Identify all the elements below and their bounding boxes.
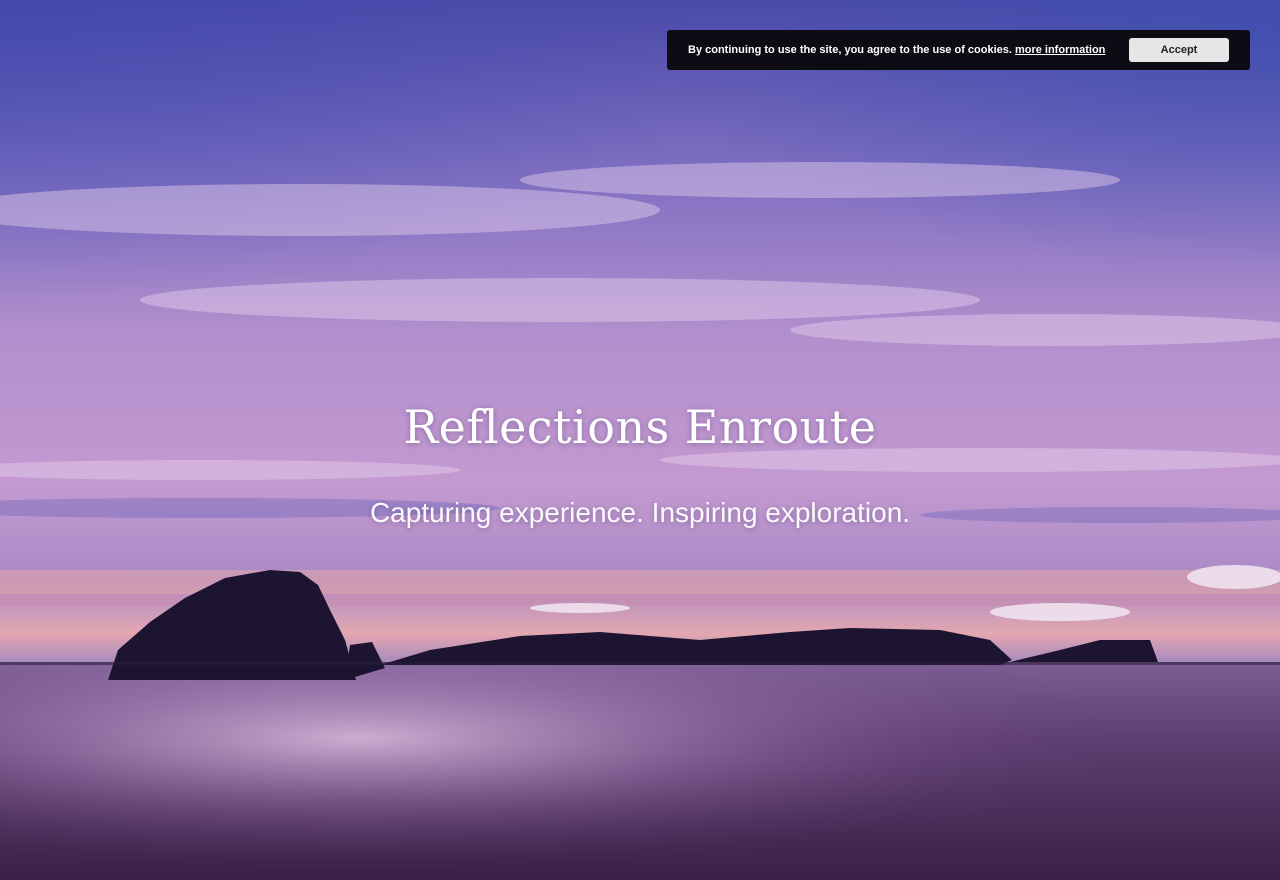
cookie-message: By continuing to use the site, you agree… bbox=[688, 44, 1012, 56]
accept-button[interactable]: Accept bbox=[1129, 38, 1229, 62]
more-information-link[interactable]: more information bbox=[1015, 44, 1105, 56]
hero-section: Reflections Enroute Capturing experience… bbox=[0, 0, 1280, 880]
site-tagline: Capturing experience. Inspiring explorat… bbox=[369, 497, 911, 528]
cookie-notice-bar: By continuing to use the site, you agree… bbox=[667, 30, 1250, 70]
site-title: Reflections Enroute bbox=[403, 400, 877, 454]
